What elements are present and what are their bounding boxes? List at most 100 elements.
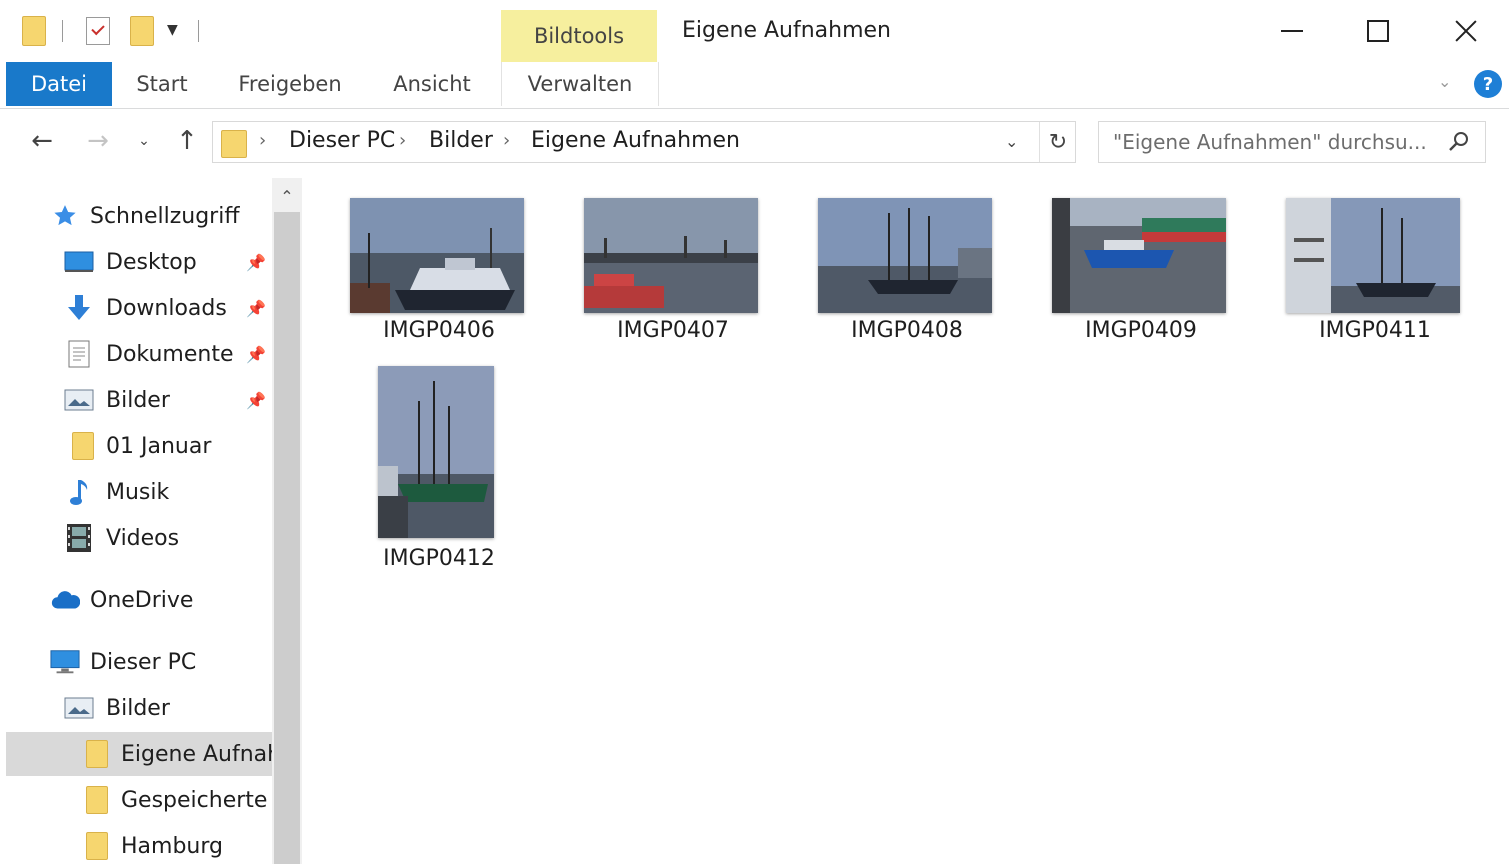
breadcrumb-bilder[interactable]: Bilder	[429, 128, 493, 153]
pin-icon[interactable]: 📌	[246, 391, 266, 410]
search-box[interactable]	[1098, 121, 1486, 163]
folder-icon	[82, 740, 112, 768]
image-thumbnail	[1286, 198, 1460, 313]
tab-freigeben[interactable]: Freigeben	[226, 62, 354, 106]
file-item[interactable]: IMGP0406	[339, 196, 539, 366]
nav-item-label: OneDrive	[90, 587, 194, 613]
maximize-icon	[1367, 20, 1389, 42]
star-icon	[50, 202, 80, 230]
forward-arrow-icon[interactable]: →	[78, 120, 118, 162]
back-arrow-icon[interactable]: ←	[22, 120, 62, 162]
breadcrumb-separator[interactable]: ›	[399, 130, 406, 151]
pin-icon[interactable]: 📌	[246, 345, 266, 364]
download-arrow-icon	[64, 294, 94, 322]
minimize-button[interactable]	[1272, 14, 1312, 48]
window-title: Eigene Aufnahmen	[682, 18, 891, 43]
nav-item-musik[interactable]: Musik	[6, 470, 272, 514]
nav-item-label: Gespeicherte B	[121, 787, 272, 813]
file-name: IMGP0408	[851, 318, 963, 343]
nav-item-bilder[interactable]: Bilder	[6, 686, 272, 730]
image-thumbnail	[584, 198, 758, 313]
breadcrumb-separator[interactable]: ›	[503, 130, 510, 151]
nav-item-schnellzugriff[interactable]: Schnellzugriff	[6, 194, 272, 238]
help-icon[interactable]: ?	[1474, 70, 1502, 98]
ribbon-tabs: Datei Start Freigeben Ansicht Verwalten …	[0, 62, 1509, 109]
chevron-down-icon[interactable]: ⌄	[1438, 72, 1451, 91]
music-note-icon	[64, 478, 94, 506]
close-icon	[1455, 20, 1477, 42]
close-button[interactable]	[1446, 14, 1486, 48]
nav-item-label: Bilder	[106, 387, 170, 413]
nav-item-dokumente[interactable]: Dokumente 📌	[6, 332, 272, 376]
nav-item-label: 01 Januar	[106, 433, 212, 459]
scrollbar-thumb[interactable]	[274, 212, 300, 864]
pin-icon[interactable]: 📌	[246, 299, 266, 318]
nav-item-videos[interactable]: Videos	[6, 516, 272, 560]
breadcrumb-dieser-pc[interactable]: Dieser PC	[289, 128, 395, 153]
pin-icon[interactable]: 📌	[246, 253, 266, 272]
nav-item-dieser-pc[interactable]: Dieser PC	[6, 640, 272, 684]
file-name: IMGP0409	[1085, 318, 1197, 343]
nav-item-label: Hamburg	[121, 833, 223, 859]
tab-datei[interactable]: Datei	[6, 62, 112, 106]
navigation-pane: Schnellzugriff Desktop 📌 Downloads 📌 Dok…	[0, 178, 272, 864]
file-name: IMGP0411	[1319, 318, 1431, 343]
nav-item-bilder-quick[interactable]: Bilder 📌	[6, 378, 272, 422]
nav-item-label: Dokumente	[106, 341, 234, 367]
breadcrumb-eigene-aufnahmen[interactable]: Eigene Aufnahmen	[531, 128, 740, 153]
search-input[interactable]	[1113, 128, 1431, 156]
file-item[interactable]: IMGP0409	[1041, 196, 1241, 366]
pictures-icon	[64, 694, 94, 722]
image-thumbnail	[378, 366, 494, 538]
search-icon[interactable]	[1447, 130, 1471, 154]
new-folder-icon[interactable]	[130, 16, 154, 46]
file-name: IMGP0407	[617, 318, 729, 343]
up-arrow-icon[interactable]: ↑	[168, 120, 206, 162]
nav-item-label: Videos	[106, 525, 180, 551]
image-thumbnail	[818, 198, 992, 313]
nav-item-label: Dieser PC	[90, 649, 197, 675]
refresh-icon[interactable]: ↻	[1039, 122, 1076, 162]
minimize-icon	[1281, 30, 1303, 32]
scroll-up-button[interactable]: ⌃	[272, 178, 302, 214]
customize-toolbar-icon[interactable]: ▼	[167, 22, 178, 38]
chevron-down-icon[interactable]: ⌄	[1005, 132, 1018, 151]
file-name: IMGP0412	[383, 546, 495, 571]
nav-item-gespeicherte-bilder[interactable]: Gespeicherte B	[6, 778, 272, 822]
film-icon	[64, 524, 94, 552]
image-thumbnail	[350, 198, 524, 313]
pictures-icon	[64, 386, 94, 414]
nav-item-onedrive[interactable]: OneDrive	[6, 578, 272, 622]
cloud-icon	[50, 586, 80, 614]
title-bar: ▼ Bildtools Eigene Aufnahmen	[0, 0, 1509, 62]
nav-item-01-januar[interactable]: 01 Januar	[6, 424, 272, 468]
tab-ansicht[interactable]: Ansicht	[382, 62, 482, 106]
folder-icon	[82, 786, 112, 814]
nav-item-desktop[interactable]: Desktop 📌	[6, 240, 272, 284]
nav-item-label: Bilder	[106, 695, 170, 721]
tab-verwalten[interactable]: Verwalten	[501, 62, 659, 106]
recent-locations-icon[interactable]: ⌄	[130, 120, 158, 162]
nav-item-label: Musik	[106, 479, 170, 505]
folder-icon	[82, 832, 112, 860]
folder-icon[interactable]	[22, 16, 46, 46]
desktop-icon	[64, 248, 94, 276]
file-view: IMGP0406 IMGP0407 IMGP0408 IMGP0409 IMGP…	[302, 178, 1509, 864]
file-item[interactable]: IMGP0412	[339, 364, 539, 574]
nav-item-label: Eigene Aufnah	[121, 741, 272, 767]
file-item[interactable]: IMGP0411	[1275, 196, 1475, 366]
breadcrumb-separator[interactable]: ›	[259, 130, 266, 151]
nav-item-label: Downloads	[106, 295, 227, 321]
file-item[interactable]: IMGP0408	[807, 196, 1007, 366]
properties-icon[interactable]	[86, 17, 110, 45]
folder-icon	[221, 130, 247, 158]
file-item[interactable]: IMGP0407	[573, 196, 773, 366]
nav-item-downloads[interactable]: Downloads 📌	[6, 286, 272, 330]
nav-item-eigene-aufnahmen[interactable]: Eigene Aufnah	[6, 732, 272, 776]
maximize-button[interactable]	[1358, 14, 1398, 48]
address-bar[interactable]: › Dieser PC › Bilder › Eigene Aufnahmen …	[212, 121, 1076, 163]
folder-icon	[68, 432, 98, 460]
nav-item-label: Desktop	[106, 249, 197, 275]
tab-start[interactable]: Start	[118, 62, 206, 106]
nav-item-hamburg[interactable]: Hamburg	[6, 824, 272, 864]
